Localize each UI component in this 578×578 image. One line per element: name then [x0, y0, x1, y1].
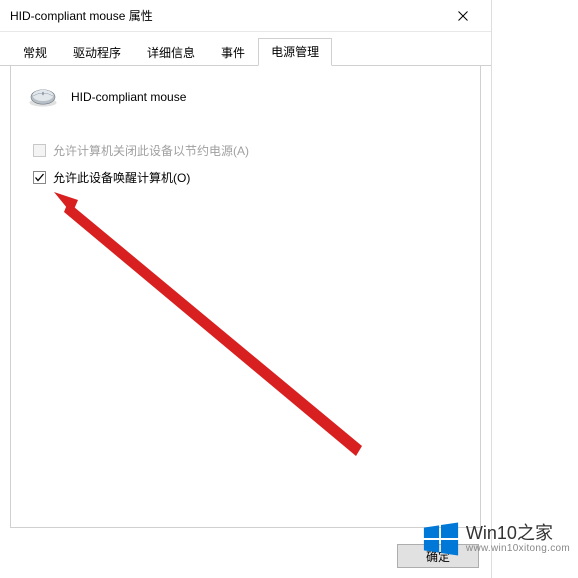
watermark-brand-en: Win10: [466, 523, 517, 543]
watermark-url: www.win10xitong.com: [466, 543, 570, 554]
close-button[interactable]: [443, 2, 483, 30]
watermark: Win10之家 www.win10xitong.com: [422, 520, 570, 558]
windows-logo-icon: [422, 520, 460, 558]
checkbox-box-disabled: [33, 144, 46, 157]
mouse-icon: [27, 86, 59, 108]
watermark-brand-zh: 之家: [517, 523, 553, 543]
tab-details[interactable]: 详细信息: [134, 39, 208, 66]
tab-power-management[interactable]: 电源管理: [258, 38, 332, 66]
titlebar: HID-compliant mouse 属性: [0, 0, 491, 32]
checkbox-label-power-off: 允许计算机关闭此设备以节约电源(A): [53, 142, 249, 159]
close-icon: [458, 11, 468, 21]
checkbox-allow-wake[interactable]: 允许此设备唤醒计算机(O): [33, 169, 464, 186]
tab-driver[interactable]: 驱动程序: [60, 39, 134, 66]
watermark-text: Win10之家 www.win10xitong.com: [466, 524, 570, 555]
device-name: HID-compliant mouse: [71, 90, 186, 104]
watermark-brand: Win10之家: [466, 524, 570, 544]
tab-content-power: HID-compliant mouse 允许计算机关闭此设备以节约电源(A) 允…: [10, 66, 481, 528]
tabbar: 常规 驱动程序 详细信息 事件 电源管理: [0, 40, 491, 66]
tab-events[interactable]: 事件: [208, 39, 258, 66]
checkbox-box-checked: [33, 171, 46, 184]
device-header: HID-compliant mouse: [27, 86, 464, 108]
tab-general[interactable]: 常规: [10, 39, 60, 66]
checkbox-label-wake: 允许此设备唤醒计算机(O): [53, 169, 190, 186]
checkbox-allow-power-off: 允许计算机关闭此设备以节约电源(A): [33, 142, 464, 159]
properties-dialog: HID-compliant mouse 属性 常规 驱动程序 详细信息 事件 电…: [0, 0, 492, 578]
checkmark-icon: [34, 172, 45, 183]
window-title: HID-compliant mouse 属性: [10, 7, 153, 24]
